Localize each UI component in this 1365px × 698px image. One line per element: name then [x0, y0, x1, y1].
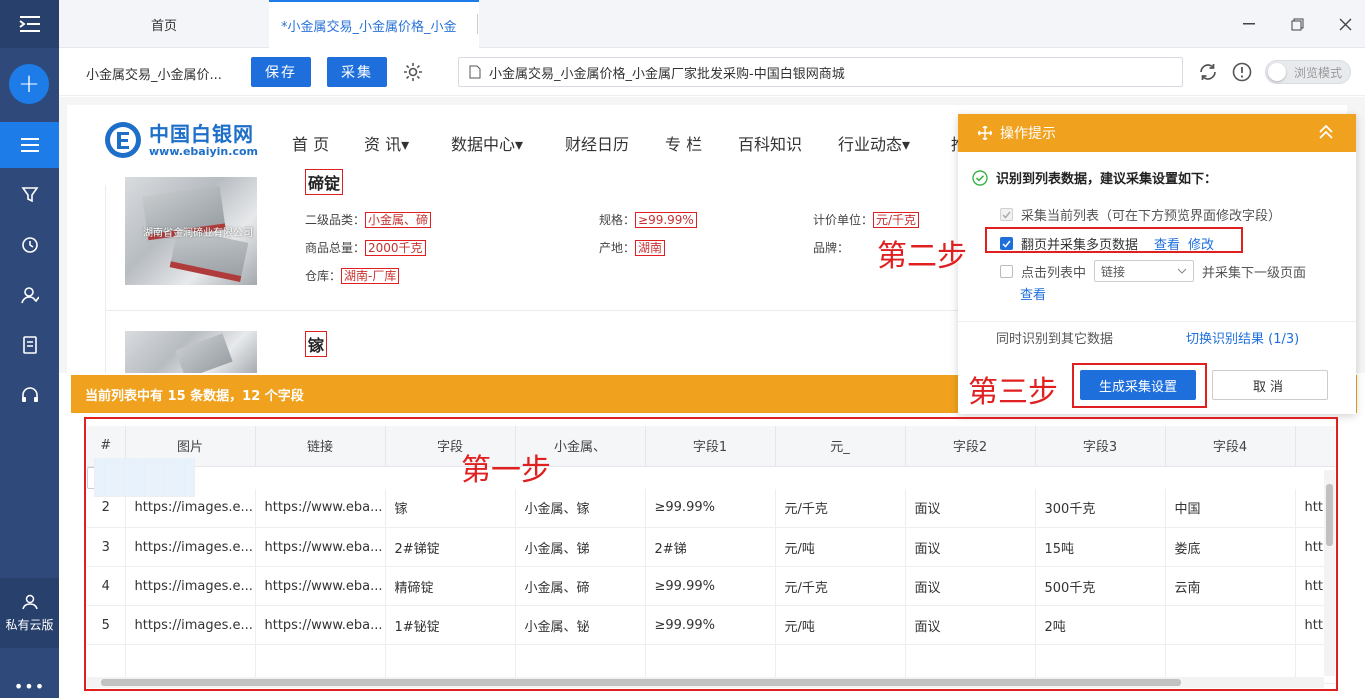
clock-icon — [21, 237, 38, 253]
refresh-icon[interactable] — [1197, 61, 1219, 83]
url-bar[interactable]: 小金属交易_小金属价格_小金属厂家批发采购-中国白银网商城 — [458, 57, 1183, 87]
site-url: www.ebaiyin.com — [149, 144, 258, 158]
option-click-list-suffix: 并采集下一级页面 — [1202, 265, 1307, 281]
product-image[interactable]: 湖南省金润碲业有限公司 — [125, 177, 257, 285]
click-list-view[interactable]: 查看 — [1020, 284, 1046, 303]
switch-result-link[interactable]: 切换识别结果 (1/3) — [1186, 328, 1299, 347]
other-data-text: 同时识别到其它数据 — [996, 332, 1114, 347]
nav-news[interactable]: 资 讯▾ — [364, 131, 409, 155]
private-cloud-label: 私有云版 — [5, 617, 54, 632]
step2-annotation: 第二步 — [877, 239, 967, 274]
annotation-box-paginate — [985, 227, 1243, 253]
recognized-title: 识别到列表数据，建议采集设置如下： — [972, 168, 1217, 187]
tab-divider — [477, 14, 478, 34]
attr-brand: 品牌： — [813, 241, 850, 255]
product-title[interactable]: 镓 — [305, 331, 328, 357]
info-icon[interactable] — [1231, 61, 1253, 83]
option-click-list[interactable]: 点击列表中 链接 并采集下一级页面 — [1000, 260, 1306, 282]
annotation-box-generate — [1072, 363, 1207, 408]
tab-home[interactable]: 首页 — [59, 0, 269, 48]
browse-mode-label: 浏览模式 — [1294, 65, 1343, 80]
toggle-knob — [1268, 63, 1286, 81]
attr-total: 商品总量： 2000千克 — [305, 239, 426, 256]
nav-home[interactable]: 首 页 — [292, 131, 329, 155]
page-icon — [469, 65, 481, 79]
option-click-list-prefix: 点击列表中 — [1021, 265, 1087, 281]
link-type-value: 链接 — [1101, 264, 1126, 279]
checkbox-click-list[interactable] — [1000, 264, 1013, 278]
nav-column[interactable]: 专 栏 — [665, 131, 702, 155]
close-icon[interactable] — [1335, 14, 1355, 34]
task-title: 小金属交易_小金属价... — [86, 68, 222, 83]
image-watermark: 湖南省金润碲业有限公司 — [143, 228, 253, 239]
more-icon[interactable]: ••• — [0, 679, 59, 695]
collect-button[interactable]: 采集 — [327, 57, 387, 87]
minimize-icon[interactable] — [1239, 14, 1259, 34]
annotation-box-table — [84, 417, 1338, 691]
cancel-button[interactable]: 取消 — [1212, 370, 1328, 400]
sidebar-item-support[interactable] — [0, 372, 59, 418]
list-border — [105, 185, 106, 373]
tab-current-task[interactable]: *小金属交易_小金属价格_小金 — [269, 0, 479, 48]
headset-icon — [21, 387, 38, 402]
left-rail: + 私有云版 ••• — [0, 0, 59, 698]
user-group-icon — [20, 287, 39, 304]
option-collect-current-label: 采集当前列表（可在下方预览界面修改字段） — [1021, 209, 1282, 224]
filter-icon — [20, 187, 39, 203]
chevron-down-icon — [1177, 268, 1187, 274]
save-button[interactable]: 保存 — [251, 57, 311, 87]
product-image[interactable] — [125, 331, 257, 373]
toolbar: 小金属交易_小金属价... 保存 采集 小金属交易_小金属价格_小金属厂家批发采… — [59, 48, 1365, 96]
sidebar-item-templates[interactable] — [0, 172, 59, 218]
recognized-text: 识别到列表数据，建议采集设置如下： — [996, 172, 1218, 187]
ebaiyin-logo-icon — [105, 122, 141, 158]
nav-calendar[interactable]: 财经日历 — [565, 131, 629, 155]
product-title[interactable]: 碲锭 — [305, 169, 344, 195]
attr-category: 二级品类： 小金属、碲 — [305, 211, 432, 228]
maximize-icon[interactable] — [1287, 14, 1307, 34]
attr-unit: 计价单位： 元/千克 — [813, 211, 920, 228]
sidebar-item-history[interactable] — [0, 222, 59, 268]
sidebar-item-users[interactable] — [0, 272, 59, 318]
step3-annotation: 第三步 — [968, 375, 1058, 410]
url-text: 小金属交易_小金属价格_小金属厂家批发采购-中国白银网商城 — [489, 66, 845, 82]
new-task-button[interactable]: + — [9, 64, 49, 104]
step1-annotation: 第一步 — [461, 453, 551, 488]
panel-divider — [958, 321, 1356, 322]
panel-title: 操作提示 — [1000, 126, 1056, 142]
user-icon — [21, 594, 38, 609]
attr-store: 仓库： 湖南-厂库 — [305, 267, 400, 284]
nav-industry[interactable]: 行业动态▾ — [838, 131, 910, 155]
tab-bar: 首页 *小金属交易_小金属价格_小金 — [59, 0, 1365, 48]
nav-encyclopedia[interactable]: 百科知识 — [738, 131, 802, 155]
attr-origin: 产地： 湖南 — [599, 239, 666, 256]
sidebar-item-tasks[interactable] — [0, 122, 59, 168]
move-icon[interactable] — [978, 126, 992, 140]
collapse-icon[interactable] — [1318, 123, 1334, 141]
check-circle-icon — [972, 169, 988, 186]
browse-mode-toggle[interactable]: 浏览模式 — [1265, 60, 1351, 84]
attr-spec: 规格： ≥99.99% — [599, 211, 697, 228]
site-name: 中国白银网 — [149, 121, 254, 146]
private-cloud-button[interactable]: 私有云版 — [0, 578, 59, 648]
site-logo[interactable]: 中国白银网 www.ebaiyin.com — [103, 120, 258, 160]
gear-icon[interactable] — [402, 61, 424, 83]
nav-data-center[interactable]: 数据中心▾ — [451, 131, 523, 155]
sidebar-item-docs[interactable] — [0, 322, 59, 368]
link-type-select[interactable]: 链接 — [1094, 260, 1195, 282]
checkbox-collect-current[interactable] — [1000, 208, 1013, 221]
option-collect-current[interactable]: 采集当前列表（可在下方预览界面修改字段） — [1000, 205, 1281, 224]
document-icon — [22, 336, 37, 354]
click-list-view-link[interactable]: 查看 — [1020, 284, 1046, 303]
list-icon — [20, 138, 39, 152]
panel-header[interactable]: 操作提示 — [958, 114, 1356, 152]
row-divider — [105, 310, 985, 311]
menu-toggle-icon[interactable] — [0, 0, 59, 48]
